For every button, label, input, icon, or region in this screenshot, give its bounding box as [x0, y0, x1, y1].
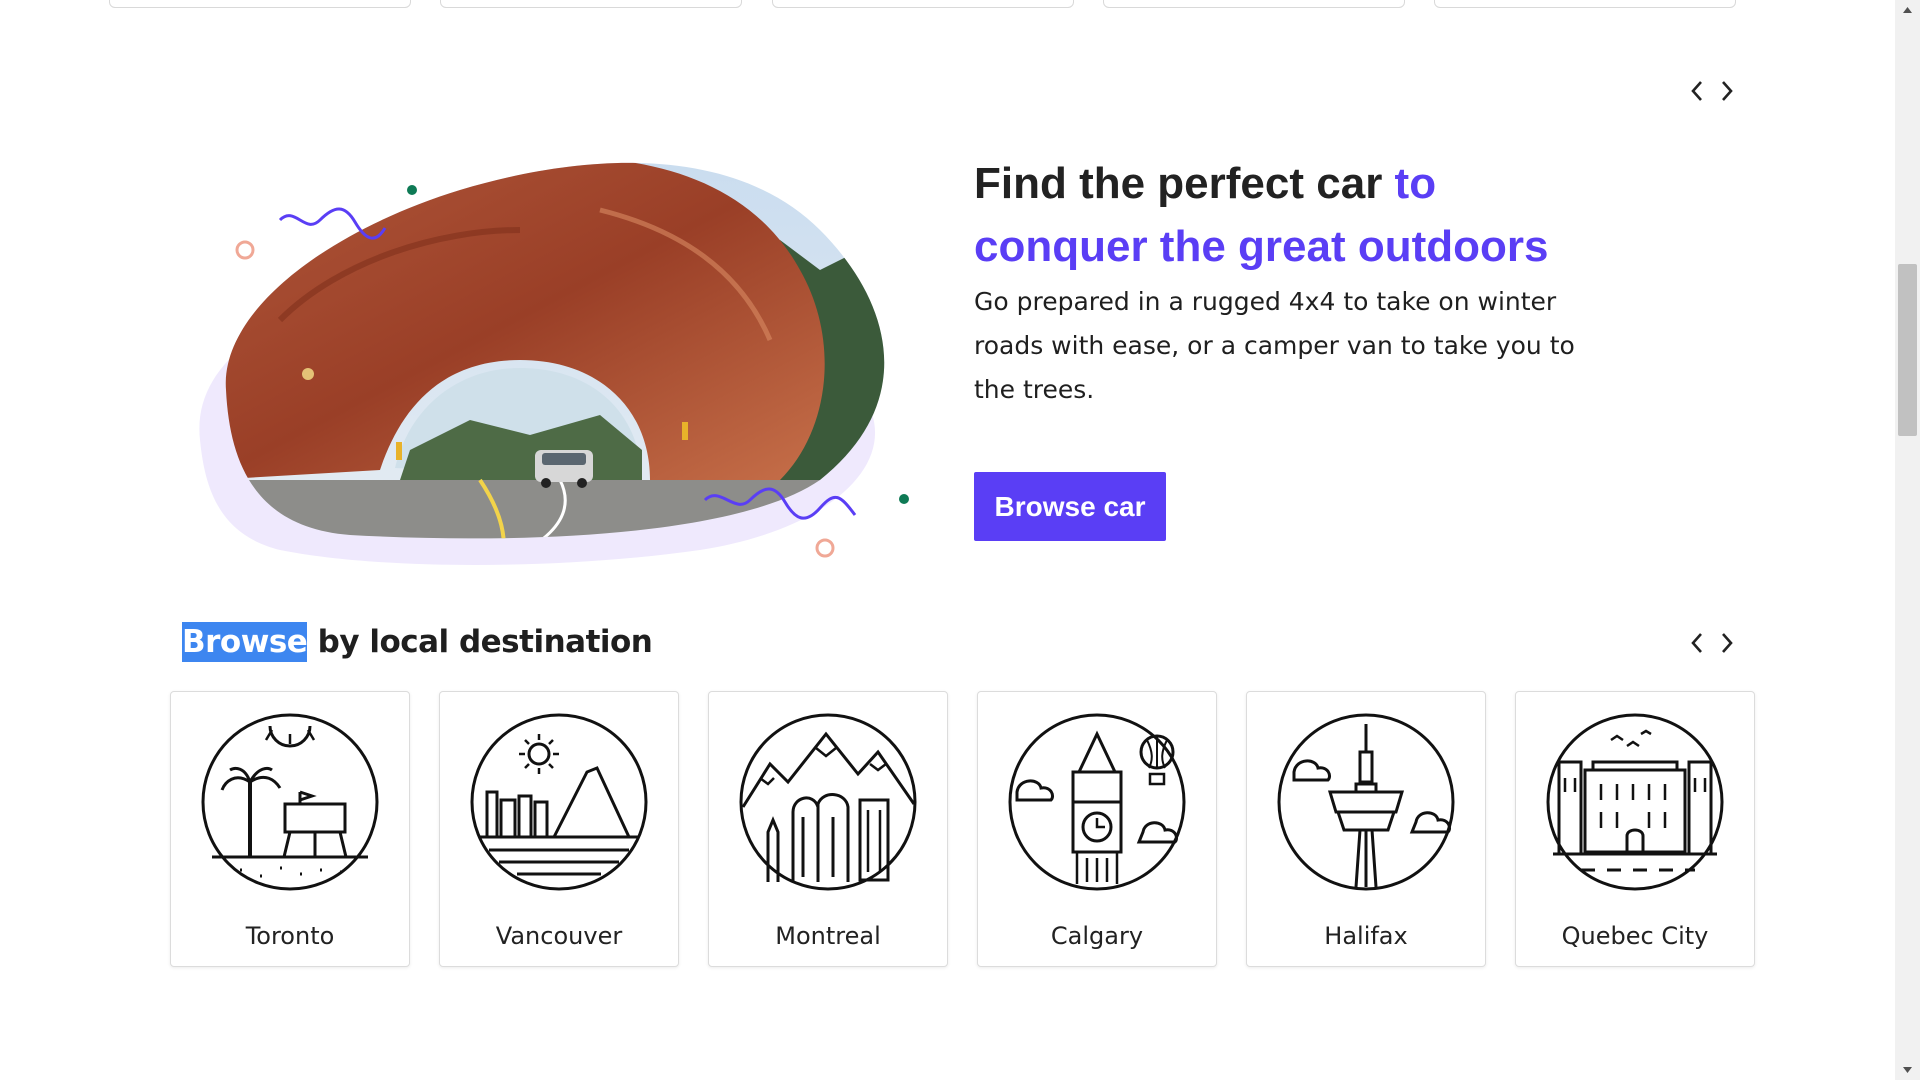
hero-title: Find the perfect car to conquer the grea… [974, 152, 1594, 278]
destination-card-vancouver[interactable]: Vancouver [439, 691, 679, 967]
destination-card-halifax[interactable]: Halifax [1246, 691, 1486, 967]
next-button[interactable] [1718, 630, 1736, 656]
section-title-rest: by local destination [307, 624, 653, 660]
hero-description: Go prepared in a rugged 4x4 to take on w… [974, 287, 1575, 404]
destination-label: Montreal [775, 922, 881, 950]
next-button[interactable] [1718, 78, 1736, 104]
top-card[interactable] [1103, 0, 1405, 8]
destination-card-toronto[interactable]: Toronto [170, 691, 410, 967]
destination-label: Vancouver [495, 922, 623, 950]
destination-label: Quebec City [1561, 922, 1709, 950]
top-card[interactable] [440, 0, 742, 8]
top-card[interactable] [109, 0, 411, 8]
dot-decoration [899, 494, 909, 504]
section-title: Browse by local destination [182, 622, 653, 662]
top-card[interactable] [1434, 0, 1736, 8]
destination-label: Calgary [1050, 922, 1144, 950]
destination-card-quebec-city[interactable]: Quebec City [1515, 691, 1755, 967]
halifax-icon [1277, 713, 1455, 891]
chevron-left-icon [1691, 633, 1702, 653]
destination-carousel-arrows [1688, 630, 1736, 656]
destination-label: Toronto [245, 922, 335, 950]
calgary-icon [1008, 713, 1186, 891]
ring-decoration [235, 240, 255, 260]
chevron-right-icon [1722, 633, 1733, 653]
toronto-icon [201, 713, 379, 891]
hero-title-main: Find the perfect car [974, 159, 1383, 208]
montreal-icon [739, 713, 917, 891]
quebec-city-icon [1546, 713, 1724, 891]
prev-button[interactable] [1688, 78, 1706, 104]
scrollbar-thumb[interactable] [1898, 264, 1917, 436]
browse-car-button[interactable]: Browse car [974, 472, 1166, 541]
hero-image [199, 162, 909, 565]
scrollbar[interactable] [1895, 0, 1920, 1080]
chevron-left-icon [1691, 81, 1702, 101]
destination-card-montreal[interactable]: Montreal [708, 691, 948, 967]
ring-decoration [815, 538, 835, 558]
scroll-down-icon[interactable] [1900, 1064, 1915, 1076]
dot-decoration [407, 185, 417, 195]
destination-card-calgary[interactable]: Calgary [977, 691, 1217, 967]
destination-list: Toronto Vancouver Montreal Calgary Halif… [170, 691, 1755, 967]
chevron-right-icon [1722, 81, 1733, 101]
destination-label: Halifax [1324, 922, 1408, 950]
section-title-highlight: Browse [182, 622, 308, 662]
top-card[interactable] [772, 0, 1074, 8]
prev-button[interactable] [1688, 630, 1706, 656]
vancouver-icon [470, 713, 648, 891]
photo-arch [225, 162, 885, 539]
scroll-up-icon[interactable] [1900, 4, 1915, 16]
hero-carousel-arrows [1688, 78, 1736, 104]
